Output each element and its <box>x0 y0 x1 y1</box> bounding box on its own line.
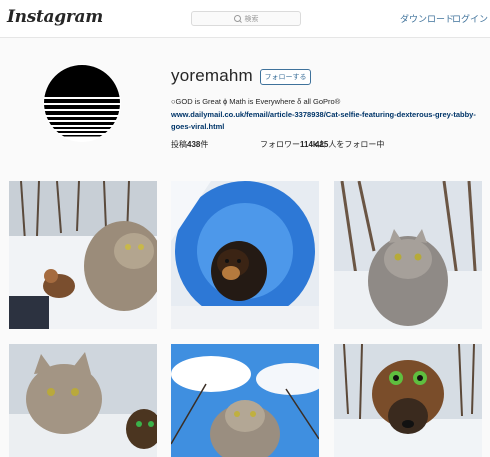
post-photo-cat-forest <box>334 181 482 329</box>
search-input[interactable]: 検索 <box>191 11 301 26</box>
follow-button[interactable]: フォローする <box>260 69 311 85</box>
post-tile[interactable] <box>171 181 319 329</box>
posts-label: 投稿 <box>171 140 187 149</box>
profile-bio: ○GOD is Great ɸ Math is Everywhere δ all… <box>171 97 341 106</box>
post-photo-cat-clouds <box>171 344 319 457</box>
posts-number: 438 <box>187 140 201 149</box>
post-photo-cat-snow <box>9 181 157 329</box>
post-photo-cat-closeup <box>9 344 157 457</box>
post-photo-dog-costume <box>334 344 482 457</box>
profile-avatar[interactable] <box>43 64 121 142</box>
instagram-logo[interactable]: Instagram <box>7 7 103 27</box>
post-tile[interactable] <box>334 181 482 329</box>
following-label: 人をフォロー中 <box>328 140 385 149</box>
search-icon <box>233 14 242 23</box>
post-tile[interactable] <box>9 181 157 329</box>
posts-unit: 件 <box>200 140 209 149</box>
following-count[interactable]: 425人をフォロー中 <box>315 139 384 150</box>
following-number: 425 <box>315 140 329 149</box>
post-tile[interactable] <box>9 344 157 457</box>
post-tile[interactable] <box>171 344 319 457</box>
post-tile[interactable] <box>334 344 482 457</box>
download-link[interactable]: ダウンロード <box>400 12 454 25</box>
posts-count: 投稿438件 <box>171 139 208 150</box>
search-placeholder: 検索 <box>244 15 259 23</box>
profile-username: yoremahm <box>171 66 253 85</box>
profile-external-link[interactable]: www.dailymail.co.uk/femail/article-33789… <box>171 109 486 133</box>
login-link[interactable]: ログイン <box>452 12 488 25</box>
followers-label: フォロワー <box>260 140 300 149</box>
top-navigation-bar: Instagram 検索 ダウンロード ログイン <box>0 0 490 38</box>
post-photo-dog-sky <box>171 181 319 329</box>
